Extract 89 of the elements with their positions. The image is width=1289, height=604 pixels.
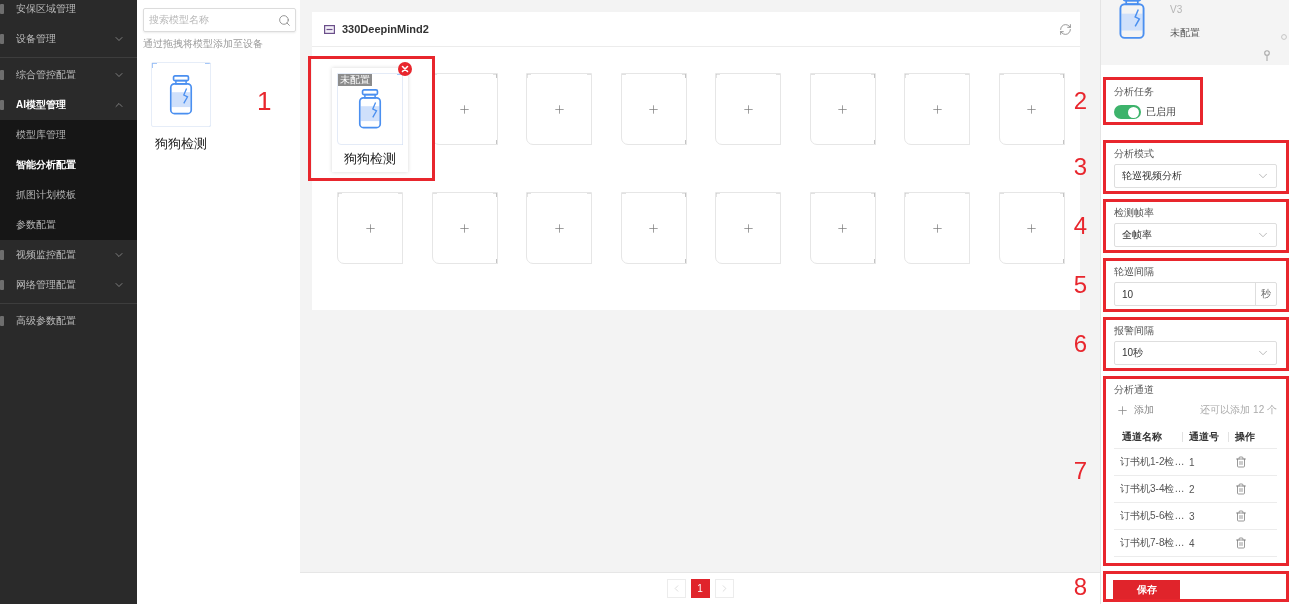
plus-icon — [930, 221, 944, 235]
model-name: 狗狗检测 — [155, 136, 207, 152]
nav-item[interactable]: 设备管理 — [0, 24, 137, 54]
field-label: 分析通道 — [1114, 383, 1155, 397]
trash-icon[interactable] — [1235, 456, 1247, 468]
nav-item[interactable]: 模型库管理 — [0, 120, 137, 150]
plus-icon — [552, 221, 566, 235]
plus-icon — [1025, 221, 1038, 235]
remaining-count: 还可以添加 12 个 — [1200, 403, 1277, 417]
nav-item-icon — [0, 34, 4, 44]
select-field[interactable]: 全帧率 — [1114, 223, 1277, 247]
annotation-number: 5 — [1073, 273, 1087, 297]
plus-icon — [458, 221, 471, 235]
device-title: 330DeepinMind2 — [342, 23, 430, 35]
bottle-icon — [357, 89, 383, 129]
plus-icon — [741, 102, 755, 116]
nav-item[interactable]: 网络管理配置 — [0, 270, 137, 300]
trash-icon[interactable] — [1235, 483, 1247, 495]
table-cell: 订书机1-2检… — [1114, 449, 1182, 476]
nav-item-icon — [0, 250, 4, 260]
version-text: V3 — [1170, 3, 1184, 17]
unit-label: 秒 — [1255, 283, 1276, 305]
plus-icon — [363, 221, 377, 235]
nav-item[interactable]: 抓图计划模板 — [0, 180, 137, 210]
circle-icon — [1281, 34, 1287, 40]
toggle-label: 已启用 — [1146, 105, 1176, 119]
field-label: 报警间隔 — [1114, 324, 1155, 338]
plus-icon — [836, 102, 849, 116]
nav-item[interactable]: 视频监控配置 — [0, 240, 137, 270]
trash-icon[interactable] — [1235, 537, 1247, 549]
search-icon — [278, 13, 291, 27]
model-tile[interactable] — [151, 62, 211, 127]
table-cell: 4 — [1182, 530, 1228, 557]
plus-icon — [647, 221, 660, 235]
table-cell: 1 — [1182, 449, 1228, 476]
plus-icon — [930, 102, 944, 116]
annotation-number: 3 — [1073, 155, 1087, 179]
field-label: 检测帧率 — [1114, 206, 1155, 220]
select-field[interactable]: 轮巡视频分析 — [1114, 164, 1277, 188]
nav-item-icon — [0, 4, 4, 14]
table-cell: 订书机7-8检… — [1114, 530, 1182, 557]
annotation-number: 8 — [1073, 574, 1087, 599]
device-icon — [324, 24, 335, 34]
save-button[interactable]: 保存 — [1113, 580, 1180, 599]
field-label: 分析模式 — [1114, 147, 1155, 161]
nav-item[interactable]: AI模型管理 — [0, 90, 137, 120]
nav-item-icon — [0, 70, 4, 80]
bottle-icon — [168, 74, 194, 115]
annotation-number: 7 — [1073, 459, 1087, 483]
plus-icon — [836, 221, 849, 235]
nav-item-icon — [0, 100, 4, 110]
plus-icon — [1116, 403, 1129, 417]
table-cell: 2 — [1182, 476, 1228, 503]
add-button[interactable]: 添加 — [1114, 403, 1154, 417]
nav-item[interactable]: 综合管控配置 — [0, 60, 137, 90]
status-text: 未配置 — [1170, 26, 1201, 40]
nav-item-icon — [0, 280, 4, 290]
nav-item[interactable]: 安保区域管理 — [0, 0, 137, 24]
table-cell: 3 — [1182, 503, 1228, 530]
pin-icon — [1264, 50, 1270, 61]
toggle-switch[interactable] — [1114, 105, 1141, 119]
plus-icon — [647, 102, 660, 116]
plus-icon — [741, 221, 755, 235]
model-card[interactable]: 未配置 狗狗检测 — [332, 68, 408, 172]
refresh-icon[interactable] — [1059, 22, 1072, 36]
plus-icon — [458, 102, 471, 116]
plus-icon — [552, 102, 566, 116]
field-label: 轮巡间隔 — [1114, 265, 1155, 279]
nav-item[interactable]: 高级参数配置 — [0, 306, 137, 336]
field-label: 分析任务 — [1114, 85, 1155, 99]
annotation-number: 1 — [257, 88, 272, 114]
hint-text: 通过拖拽将模型添加至设备 — [143, 37, 264, 51]
bottle-icon — [1117, 0, 1147, 40]
table-cell: 订书机5-6检… — [1114, 503, 1182, 530]
close-icon[interactable] — [398, 62, 412, 76]
annotation-number: 4 — [1073, 214, 1087, 238]
number-field[interactable]: 10 秒 — [1114, 282, 1277, 306]
page-button[interactable]: 1 — [690, 579, 710, 598]
select-field[interactable]: 10秒 — [1114, 341, 1277, 365]
annotation-number: 6 — [1073, 332, 1087, 356]
nav-item[interactable]: 参数配置 — [0, 210, 137, 240]
trash-icon[interactable] — [1235, 510, 1247, 522]
nav-item[interactable]: 智能分析配置 — [0, 150, 137, 180]
status-badge: 未配置 — [338, 74, 372, 86]
annotation-number: 2 — [1073, 89, 1087, 113]
nav-item-icon — [0, 316, 4, 326]
plus-icon — [1025, 102, 1038, 116]
model-name: 狗狗检测 — [344, 151, 396, 167]
table-cell: 订书机3-4检… — [1114, 476, 1182, 503]
